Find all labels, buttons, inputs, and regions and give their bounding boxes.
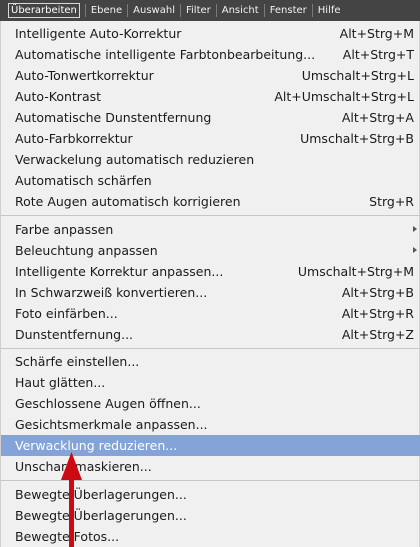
menu-item-beleuchtung-anpassen[interactable]: Beleuchtung anpassen: [1, 240, 420, 261]
menu-item-verwackelung-automatisch-reduzieren[interactable]: Verwackelung automatisch reduzieren: [1, 149, 420, 170]
menu-item-label: Geschlossene Augen öffnen...: [15, 396, 201, 411]
menu-item-label: Verwacklung reduzieren...: [15, 438, 178, 453]
menu-item-shortcut: Strg+R: [369, 194, 414, 209]
menu-item-shortcut: Alt+Strg+Z: [341, 327, 414, 342]
menu-item-shortcut: Alt+Strg+R: [341, 306, 414, 321]
menu-item-auto-farbtonbearbeitung[interactable]: Automatische intelligente Farbtonbearbei…: [1, 44, 420, 65]
menu-item-label: Auto-Kontrast: [15, 89, 102, 104]
menu-item-shortcut: Alt+Strg+M: [339, 26, 414, 41]
menu-bar: Überarbeiten Ebene Auswahl Filter Ansich…: [0, 0, 420, 21]
menubar-item-label: Ebene: [90, 5, 123, 16]
menu-item-label: Automatisch schärfen: [15, 173, 152, 188]
menu-item-label: Intelligente Korrektur anpassen...: [15, 264, 224, 279]
menu-item-label: Verwackelung automatisch reduzieren: [15, 152, 255, 167]
submenu-arrow-icon: [413, 247, 417, 253]
menu-item-label: Rote Augen automatisch korrigieren: [15, 194, 241, 209]
menu-item-auto-farbkorrektur[interactable]: Auto-Farbkorrektur Umschalt+Strg+B: [1, 128, 420, 149]
menu-item-bewegte-ueberlagerungen-2[interactable]: Bewegte Überlagerungen...: [1, 505, 420, 526]
menu-item-shortcut: Alt+Umschalt+Strg+L: [274, 89, 414, 104]
menubar-item-label: Filter: [185, 5, 211, 16]
menu-item-farbe-anpassen[interactable]: Farbe anpassen: [1, 219, 420, 240]
menu-item-foto-einfaerben[interactable]: Foto einfärben... Alt+Strg+R: [1, 303, 420, 324]
menu-item-geschlossene-augen-oeffnen[interactable]: Geschlossene Augen öffnen...: [1, 393, 420, 414]
menu-item-label: Farbe anpassen: [15, 222, 114, 237]
menu-item-label: Haut glätten...: [15, 375, 106, 390]
menubar-item-ueberarbeiten[interactable]: Überarbeiten: [0, 0, 85, 21]
menu-item-label: Bewegte Fotos...: [15, 529, 120, 544]
menu-item-label: Unscharf maskieren...: [15, 459, 152, 474]
menu-item-automatisch-schaerfen[interactable]: Automatisch schärfen: [1, 170, 420, 191]
menubar-item-hilfe[interactable]: Hilfe: [313, 0, 346, 21]
menu-item-shortcut: Umschalt+Strg+B: [300, 131, 414, 146]
menu-item-shortcut: Alt+Strg+T: [342, 47, 414, 62]
menubar-item-label: Überarbeiten: [8, 3, 80, 18]
menu-item-label: Foto einfärben...: [15, 306, 118, 321]
menu-item-bewegte-fotos[interactable]: Bewegte Fotos...: [1, 526, 420, 547]
menu-item-label: Gesichtsmerkmale anpassen...: [15, 417, 208, 432]
menu-item-rote-augen-korrigieren[interactable]: Rote Augen automatisch korrigieren Strg+…: [1, 191, 420, 212]
menu-item-label: Auto-Tonwertkorrektur: [15, 68, 154, 83]
menubar-item-auswahl[interactable]: Auswahl: [128, 0, 180, 21]
submenu-arrow-icon: [413, 226, 417, 232]
menu-item-label: Schärfe einstellen...: [15, 354, 140, 369]
menu-item-dunstentfernung[interactable]: Dunstentfernung... Alt+Strg+Z: [1, 324, 420, 345]
menu-item-shortcut: Alt+Strg+A: [341, 110, 414, 125]
menu-item-label: Bewegte Überlagerungen...: [15, 508, 187, 523]
menu-item-label: Automatische intelligente Farbtonbearbei…: [15, 47, 316, 62]
menubar-item-ebene[interactable]: Ebene: [86, 0, 127, 21]
menu-item-bewegte-ueberlagerungen[interactable]: Bewegte Überlagerungen...: [1, 484, 420, 505]
menubar-item-label: Ansicht: [221, 5, 259, 16]
menu-item-verwacklung-reduzieren[interactable]: Verwacklung reduzieren...: [1, 435, 420, 456]
menu-item-label: In Schwarzweiß konvertieren...: [15, 285, 208, 300]
menu-item-label: Bewegte Überlagerungen...: [15, 487, 187, 502]
ueberarbeiten-dropdown-menu: Intelligente Auto-Korrektur Alt+Strg+M A…: [0, 21, 420, 547]
menubar-item-label: Hilfe: [317, 5, 341, 16]
menu-item-shortcut: Umschalt+Strg+L: [301, 68, 414, 83]
menubar-item-fenster[interactable]: Fenster: [265, 0, 312, 21]
menu-item-label: Beleuchtung anpassen: [15, 243, 158, 258]
menubar-item-filter[interactable]: Filter: [181, 0, 216, 21]
menu-item-intelligente-korrektur-anpassen[interactable]: Intelligente Korrektur anpassen... Umsch…: [1, 261, 420, 282]
menu-item-label: Dunstentfernung...: [15, 327, 134, 342]
menu-item-label: Automatische Dunstentfernung: [15, 110, 212, 125]
menu-item-automatische-dunstentfernung[interactable]: Automatische Dunstentfernung Alt+Strg+A: [1, 107, 420, 128]
menu-item-gesichtsmerkmale-anpassen[interactable]: Gesichtsmerkmale anpassen...: [1, 414, 420, 435]
menu-separator: [1, 480, 420, 481]
menu-item-auto-tonwertkorrektur[interactable]: Auto-Tonwertkorrektur Umschalt+Strg+L: [1, 65, 420, 86]
menu-item-shortcut: Umschalt+Strg+M: [297, 264, 414, 279]
menu-separator: [1, 215, 420, 216]
menu-item-auto-kontrast[interactable]: Auto-Kontrast Alt+Umschalt+Strg+L: [1, 86, 420, 107]
menubar-item-label: Fenster: [269, 5, 307, 16]
menu-item-schwarzweiss-konvertieren[interactable]: In Schwarzweiß konvertieren... Alt+Strg+…: [1, 282, 420, 303]
menubar-item-ansicht[interactable]: Ansicht: [217, 0, 264, 21]
menu-separator: [1, 348, 420, 349]
menubar-item-label: Auswahl: [133, 5, 175, 16]
menu-item-haut-glaetten[interactable]: Haut glätten...: [1, 372, 420, 393]
menu-item-schaerfe-einstellen[interactable]: Schärfe einstellen...: [1, 351, 420, 372]
menu-item-label: Auto-Farbkorrektur: [15, 131, 133, 146]
menu-item-shortcut: Alt+Strg+B: [341, 285, 414, 300]
menu-item-intelligente-auto-korrektur[interactable]: Intelligente Auto-Korrektur Alt+Strg+M: [1, 23, 420, 44]
menu-item-label: Intelligente Auto-Korrektur: [15, 26, 182, 41]
menu-item-unscharf-maskieren[interactable]: Unscharf maskieren...: [1, 456, 420, 477]
